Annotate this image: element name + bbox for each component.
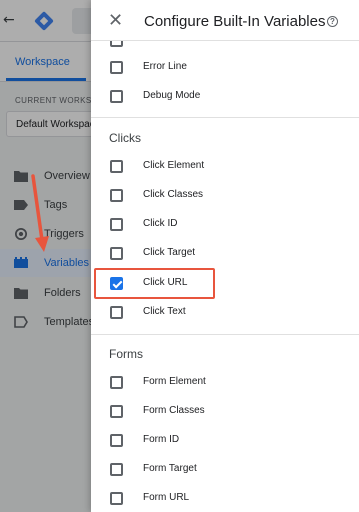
variable-label: Click Text [143, 306, 186, 317]
variable-label: Click Classes [143, 189, 204, 200]
variable-row-click-id[interactable]: Click ID [91, 211, 359, 240]
checkbox[interactable] [110, 247, 123, 260]
checkbox[interactable] [110, 160, 123, 173]
section-title-clicks: Clicks [109, 131, 141, 145]
variable-row-click-target[interactable]: Click Target [91, 240, 359, 269]
checkbox[interactable] [110, 492, 123, 505]
variable-row-error-line[interactable]: Error Line [91, 54, 359, 83]
checkbox[interactable] [110, 434, 123, 447]
variable-label: Error Line [143, 61, 187, 72]
checkbox[interactable] [110, 463, 123, 476]
variable-row-click-text[interactable]: Click Text [91, 299, 359, 328]
section-divider [91, 334, 359, 335]
variable-row-click-element[interactable]: Click Element [91, 153, 359, 182]
variable-label: Form ID [143, 434, 180, 445]
checkbox[interactable] [110, 218, 123, 231]
checkbox[interactable] [110, 189, 123, 202]
variable-row-form-url[interactable]: Form URL [91, 485, 359, 512]
variable-label: Form Target [143, 463, 197, 474]
checkbox[interactable] [110, 306, 123, 319]
checkbox[interactable] [110, 90, 123, 103]
variable-row-form-target[interactable]: Form Target [91, 456, 359, 485]
variable-row-debug-mode[interactable]: Debug Mode [91, 83, 359, 112]
variable-row-click-classes[interactable]: Click Classes [91, 182, 359, 211]
variable-label: Form Classes [143, 405, 205, 416]
variable-row-form-element[interactable]: Form Element [91, 369, 359, 398]
section-divider [91, 117, 359, 118]
variable-row-form-classes[interactable]: Form Classes [91, 398, 359, 427]
variable-label: Click ID [143, 218, 178, 229]
checkbox[interactable] [110, 405, 123, 418]
variable-label: Debug Mode [143, 90, 201, 101]
variable-label: Form Element [143, 376, 206, 387]
variable-label: Form URL [143, 492, 190, 503]
checkbox[interactable] [110, 61, 123, 74]
variable-label: Click Element [143, 160, 205, 171]
checkbox[interactable] [110, 376, 123, 389]
drawer-title: Configure Built-In Variables [144, 13, 326, 30]
variable-row-form-id[interactable]: Form ID [91, 427, 359, 456]
section-title-forms: Forms [109, 347, 143, 361]
variable-label: Click Target [143, 247, 196, 258]
annotation-highlight-box [94, 268, 215, 299]
title-divider [91, 40, 359, 41]
close-icon[interactable]: ✕ [108, 10, 123, 31]
help-icon[interactable]: ? [327, 16, 338, 27]
